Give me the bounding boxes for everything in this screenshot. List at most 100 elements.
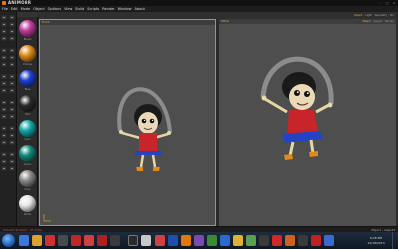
material-swatch[interactable]	[19, 20, 36, 37]
app-icon[interactable]	[58, 235, 68, 246]
material-swatch[interactable]	[19, 145, 36, 162]
array-tool-icon[interactable]	[9, 133, 15, 138]
cube-tool-icon[interactable]	[1, 48, 7, 53]
explorer-icon[interactable]	[19, 235, 29, 246]
scale-tool-icon[interactable]	[9, 22, 15, 27]
media-icon[interactable]	[45, 235, 55, 246]
material-label: Blue	[24, 88, 31, 91]
material-label: Red	[25, 113, 30, 116]
perspective-character-render	[260, 56, 334, 160]
paint-icon[interactable]	[194, 235, 204, 246]
close-icon[interactable]: ×	[391, 1, 397, 5]
material-label: Cyan	[24, 138, 31, 141]
grid-tool-icon[interactable]	[1, 126, 7, 131]
minimize-icon[interactable]: –	[377, 1, 383, 5]
snap-tool-icon[interactable]	[9, 126, 15, 131]
game-icon[interactable]	[84, 235, 94, 246]
keyframe-tool-icon[interactable]	[1, 100, 7, 105]
h-app-icon[interactable]	[141, 235, 151, 246]
tab-geometry[interactable]: Geometry	[375, 13, 387, 18]
animator-taskbar-icon[interactable]	[259, 235, 269, 246]
material-swatch[interactable]	[19, 170, 36, 187]
orbit-tool-icon[interactable]	[9, 36, 15, 41]
window-controls: – □ ×	[377, 1, 397, 5]
word-icon[interactable]	[168, 235, 178, 246]
light-tool-icon[interactable]	[1, 62, 7, 67]
start-button[interactable]	[2, 234, 15, 247]
material-swatch[interactable]	[19, 195, 36, 212]
spline-tool-icon[interactable]	[9, 152, 15, 157]
group-tool-icon[interactable]	[1, 140, 7, 145]
firefox-icon[interactable]	[285, 235, 295, 246]
axis-gizmo-icon	[43, 214, 51, 222]
tab-object[interactable]: Object	[354, 13, 362, 18]
material-label: Bluish	[23, 38, 32, 41]
folder-icon[interactable]	[32, 235, 42, 246]
move-tool-icon[interactable]	[9, 15, 15, 20]
bevel-tool-icon[interactable]	[9, 74, 15, 79]
mirror-tool-icon[interactable]	[1, 133, 7, 138]
chat-icon[interactable]	[246, 235, 256, 246]
sphere-tool-icon[interactable]	[9, 48, 15, 53]
office-icon[interactable]	[155, 235, 165, 246]
show-desktop-button[interactable]	[392, 232, 398, 249]
material-panel-header	[17, 12, 38, 17]
boolean-tool-icon[interactable]	[1, 166, 7, 171]
chrome-icon[interactable]	[220, 235, 230, 246]
pdf-icon[interactable]	[71, 235, 81, 246]
material-label: Orange	[22, 63, 33, 66]
material-swatch[interactable]	[19, 70, 36, 87]
play-tool-icon[interactable]	[1, 107, 7, 112]
perspective-viewport[interactable]: Other Object Aspect Render	[219, 19, 396, 226]
material-swatch[interactable]	[19, 45, 36, 62]
zoom-tool-icon[interactable]	[9, 29, 15, 34]
material-swatch[interactable]	[19, 120, 36, 137]
material-label: Grey	[24, 188, 31, 191]
video-icon[interactable]	[97, 235, 107, 246]
youtube-icon[interactable]	[272, 235, 282, 246]
select-tool-icon[interactable]	[1, 15, 7, 20]
cone-tool-icon[interactable]	[9, 55, 15, 60]
notes-icon[interactable]	[233, 235, 243, 246]
smooth-tool-icon[interactable]	[9, 166, 15, 171]
settings-tool-icon[interactable]	[9, 114, 15, 119]
bone-tool-icon[interactable]	[9, 62, 15, 67]
material-panel: Bluish Orange Blue Red Cyan Green Grey W…	[17, 12, 38, 226]
misc-icon[interactable]	[298, 235, 308, 246]
knife-tool-icon[interactable]	[1, 81, 7, 86]
render-tool-icon[interactable]	[1, 114, 7, 119]
material-label: White	[23, 213, 32, 216]
blender-icon[interactable]	[181, 235, 191, 246]
material-swatch[interactable]	[19, 95, 36, 112]
cylinder-tool-icon[interactable]	[1, 55, 7, 60]
system-tray: 6:28 PM 12/18/2013	[358, 234, 386, 246]
layer-tool-icon[interactable]	[9, 140, 15, 145]
stop-icon[interactable]	[311, 235, 321, 246]
tab-pro[interactable]: Pro	[390, 13, 394, 18]
clock-date[interactable]: 12/18/2013	[366, 241, 386, 245]
tool-palette	[0, 12, 17, 226]
terminal-icon[interactable]	[128, 235, 138, 246]
loft-tool-icon[interactable]	[9, 159, 15, 164]
pan-tool-icon[interactable]	[1, 36, 7, 41]
paint-tool-icon[interactable]	[1, 88, 7, 93]
sheet-icon[interactable]	[207, 235, 217, 246]
text-tool-icon[interactable]	[1, 152, 7, 157]
maximize-icon[interactable]: □	[384, 1, 390, 5]
camera-tool-icon[interactable]	[1, 29, 7, 34]
app-logo-icon	[2, 1, 6, 5]
timeline-tool-icon[interactable]	[9, 100, 15, 105]
extrude-tool-icon[interactable]	[1, 74, 7, 79]
material-label: Green	[23, 163, 32, 166]
tool-icon[interactable]	[110, 235, 120, 246]
record-tool-icon[interactable]	[9, 107, 15, 112]
lathe-tool-icon[interactable]	[1, 159, 7, 164]
front-viewport[interactable]: Front	[39, 19, 216, 226]
clock-time[interactable]: 6:28 PM	[366, 236, 386, 240]
net-icon[interactable]	[324, 235, 334, 246]
front-character-render	[117, 87, 172, 171]
tab-light[interactable]: Light	[365, 13, 371, 18]
rotate-tool-icon[interactable]	[1, 22, 7, 27]
weld-tool-icon[interactable]	[9, 81, 15, 86]
uv-tool-icon[interactable]	[9, 88, 15, 93]
